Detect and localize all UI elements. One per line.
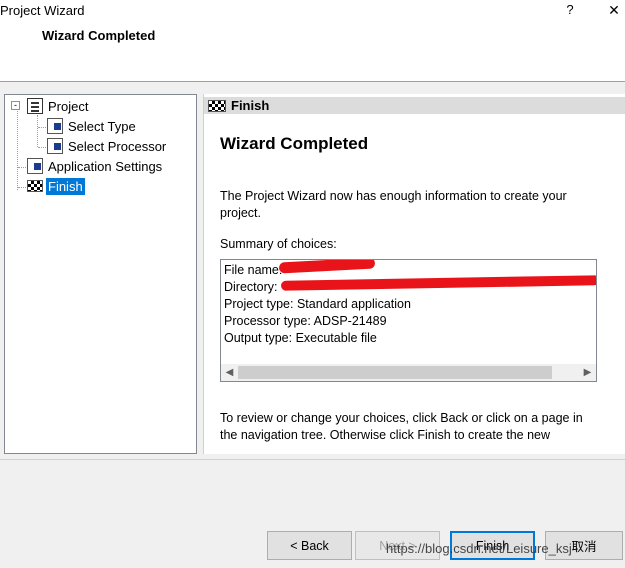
scroll-left-icon[interactable]: ◀ [221,364,238,381]
check-icon [47,138,63,154]
tree-item-label: Finish [46,177,85,195]
tree-item-label: Project [48,98,89,114]
horizontal-scrollbar[interactable]: ◀ ▶ [221,364,596,381]
panel-header: Finish [204,97,625,114]
scroll-thumb[interactable] [238,366,552,379]
navigation-tree[interactable]: - Project Select Type Select Processor A… [4,94,197,454]
tree-item-application-settings[interactable]: Application Settings [27,157,164,175]
summary-lines: File name: Directory: Project type: Stan… [224,262,411,347]
help-button[interactable]: ? [560,2,580,20]
summary-line-output-type: Output type: Executable file [224,331,377,345]
tree-item-label: Select Processor [68,138,167,154]
tree-item-finish[interactable]: Finish [27,177,85,195]
summary-list[interactable]: File name: Directory: Project type: Stan… [220,259,597,382]
tree-line [37,115,38,147]
tree-item-select-processor[interactable]: Select Processor [47,137,168,155]
collapse-toggle[interactable]: - [11,101,20,110]
watermark: https://blog.csdn.net/Leisure_ksj [386,541,572,556]
button-bar: < Back Next > Finish 取消 https://blog.csd… [0,459,625,568]
scroll-right-icon[interactable]: ▶ [579,364,596,381]
flag-icon [208,99,226,112]
panel-header-label: Finish [231,98,270,113]
check-icon [47,118,63,134]
project-icon [27,98,43,114]
close-button[interactable]: ✕ [604,2,624,20]
wizard-body: - Project Select Type Select Processor A… [0,82,625,459]
panel-title: Wizard Completed [220,134,369,153]
panel-intro-text: The Project Wizard now has enough inform… [220,189,567,220]
window-title: Project Wizard [0,3,85,18]
tree-item-label: Select Type [68,118,136,134]
wizard-header: Wizard Completed [0,22,625,82]
check-icon [27,158,43,174]
finish-panel: Finish Wizard Completed The Project Wiza… [203,94,625,454]
title-bar: Project Wizard ? ✕ [0,0,625,22]
tree-item-select-type[interactable]: Select Type [47,117,138,135]
panel-footer-text: To review or change your choices, click … [220,411,583,442]
flag-icon [27,180,43,192]
summary-label: Summary of choices: [220,237,337,251]
tree-item-project[interactable]: Project [27,97,90,115]
summary-line-project-type: Project type: Standard application [224,297,411,311]
tree-line [17,109,18,190]
summary-line-processor-type: Processor type: ADSP-21489 [224,314,387,328]
tree-item-label: Application Settings [48,158,163,174]
back-button[interactable]: < Back [267,531,352,560]
header-title: Wizard Completed [42,28,156,43]
